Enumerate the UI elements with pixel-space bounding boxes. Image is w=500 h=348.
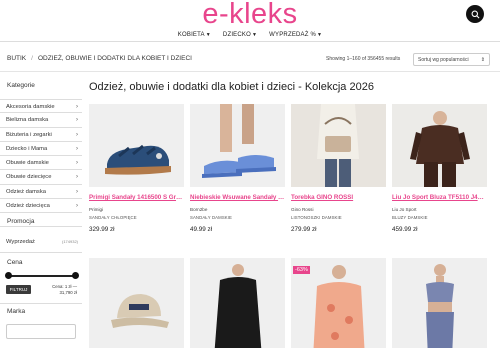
product-brand: Primigi [89, 207, 104, 212]
nav-wyprzedaz[interactable]: WYPRZEDAŻ %▼ [269, 30, 322, 41]
chevron-right-icon: › [76, 188, 78, 195]
dress-image [214, 264, 262, 348]
promo-title: Promocja [7, 218, 35, 225]
breadcrumb-home[interactable]: BUTIK [7, 55, 26, 62]
product-price: 459.99 zł [392, 226, 418, 233]
categories-title: Kategorie [7, 82, 35, 89]
product-category: LISTONOSZKI DAMSKIE [291, 215, 342, 220]
category-item[interactable]: Biżuteria i zegarki › [0, 128, 82, 142]
product-card[interactable] [89, 258, 184, 348]
brand-title: Marka [7, 308, 26, 315]
discount-badge: -63% [293, 266, 310, 274]
chevron-right-icon: › [76, 203, 78, 210]
product-brand: Liu Jo Sport [392, 207, 417, 212]
product-name[interactable]: Liu Jo Sport Bluza TF5110 J4321 Brązowy [392, 194, 487, 201]
promo-filter-sale[interactable]: Wyprzedaż (174932) [6, 239, 78, 245]
price-title: Cena [7, 259, 23, 266]
site-logo[interactable]: e-kleks [0, 0, 500, 29]
filter-button[interactable]: FILTRUJ [6, 285, 31, 294]
product-card[interactable]: Primigi Sandały 1416500 S Granatowy Prim… [89, 104, 184, 233]
sandal-image [105, 144, 171, 175]
product-brand: Born2be [190, 207, 208, 212]
nav-dziecko[interactable]: DZIECKO▼ [223, 30, 257, 41]
chevron-right-icon: › [76, 104, 78, 110]
main-nav: KOBIETA▼ DZIECKO▼ WYPRZEDAŻ %▼ [0, 30, 500, 42]
category-item[interactable]: Obuwie dziecięce › [0, 170, 82, 185]
divider [0, 226, 82, 227]
chevron-down-icon: ▼ [252, 32, 258, 38]
sort-selected-value: Sortuj wg popularności [418, 57, 469, 63]
category-item[interactable]: Odzież damska › [0, 185, 82, 200]
product-image[interactable] [89, 104, 184, 187]
category-list: Akcesoria damskie › Bielizna damska › Biżu… [0, 99, 82, 214]
chevron-right-icon: › [76, 174, 78, 181]
product-price: 279.99 zł [291, 226, 317, 233]
price-slider-min-handle[interactable] [5, 272, 12, 279]
product-category: BLUZY DAMSKIE [392, 215, 428, 220]
category-item[interactable]: Obuwie damskie › [0, 156, 82, 171]
product-category: SANDAŁY CHŁOPIĘCE [89, 215, 137, 220]
chevron-right-icon: › [76, 131, 78, 138]
breadcrumb-current: ODZIEŻ, OBUWIE I DODATKI DLA KOBIET I DZ… [37, 55, 192, 62]
divider [0, 71, 500, 72]
category-item[interactable]: Odzież dziecięca › [0, 199, 82, 214]
product-image[interactable] [190, 104, 285, 187]
product-image[interactable] [190, 258, 285, 348]
product-card[interactable]: Niebieskie Wsuwane Sandały Damskie Born2… [190, 104, 285, 233]
brand-filter-input[interactable] [6, 324, 76, 339]
product-card[interactable]: Liu Jo Sport Bluza TF5110 J4321 Brązowy … [392, 104, 487, 233]
product-price: 329.99 zł [89, 226, 115, 233]
product-category: SANDAŁY DAMSKIE [190, 215, 233, 220]
promo-count: (174932) [61, 239, 78, 244]
chevron-down-icon: ▼ [205, 32, 211, 38]
search-button[interactable] [466, 5, 484, 23]
product-name[interactable]: Primigi Sandały 1416500 S Granatowy [89, 194, 184, 201]
cap-image [111, 294, 169, 328]
results-count: Showing 1–160 of 356455 results [326, 56, 401, 62]
price-range-text: Cena: 1 zł — 31,790 zł [52, 284, 77, 295]
product-image[interactable] [392, 104, 487, 187]
product-name[interactable]: Torebka GINO ROSSI [291, 194, 386, 201]
product-brand: Gino Rossi [291, 207, 314, 212]
chevron-right-icon: › [76, 117, 78, 124]
hoodie-image [392, 104, 487, 187]
nav-kobieta[interactable]: KOBIETA▼ [178, 30, 211, 41]
breadcrumb-separator: / [31, 55, 33, 62]
sort-select[interactable]: Sortuj wg popularności ⇕ [413, 53, 490, 66]
chevron-down-icon: ▼ [317, 32, 323, 38]
product-image[interactable] [291, 104, 386, 187]
chevron-right-icon: › [76, 160, 78, 167]
product-image[interactable]: -63% [291, 258, 386, 348]
product-card[interactable]: Torebka GINO ROSSI Gino Rossi LISTONOSZK… [291, 104, 386, 233]
product-price: 49.99 zł [190, 226, 213, 233]
price-slider-track[interactable] [8, 275, 78, 277]
divider [0, 252, 82, 253]
category-item[interactable]: Bielizna damska › [0, 113, 82, 128]
chevron-right-icon: › [76, 145, 78, 152]
divider [0, 303, 82, 304]
category-item[interactable]: Akcesoria damskie › [0, 99, 82, 114]
search-icon [471, 10, 479, 18]
product-card[interactable]: -63% [291, 258, 386, 348]
product-image[interactable] [89, 258, 184, 348]
price-slider-max-handle[interactable] [72, 272, 79, 279]
chevron-updown-icon: ⇕ [480, 57, 485, 63]
category-item[interactable]: Dziecko i Mama › [0, 142, 82, 157]
sportswear-image [426, 264, 454, 348]
product-name[interactable]: Niebieskie Wsuwane Sandały Damskie [190, 194, 285, 201]
bag-image [291, 104, 386, 187]
page-title: Odzież, obuwie i dodatki dla kobiet i dz… [89, 81, 374, 93]
breadcrumb: BUTIK / ODZIEŻ, OBUWIE I DODATKI DLA KOB… [7, 55, 192, 62]
product-card[interactable] [190, 258, 285, 348]
product-card[interactable] [392, 258, 487, 348]
product-image[interactable] [392, 258, 487, 348]
sandal-image [202, 104, 276, 178]
